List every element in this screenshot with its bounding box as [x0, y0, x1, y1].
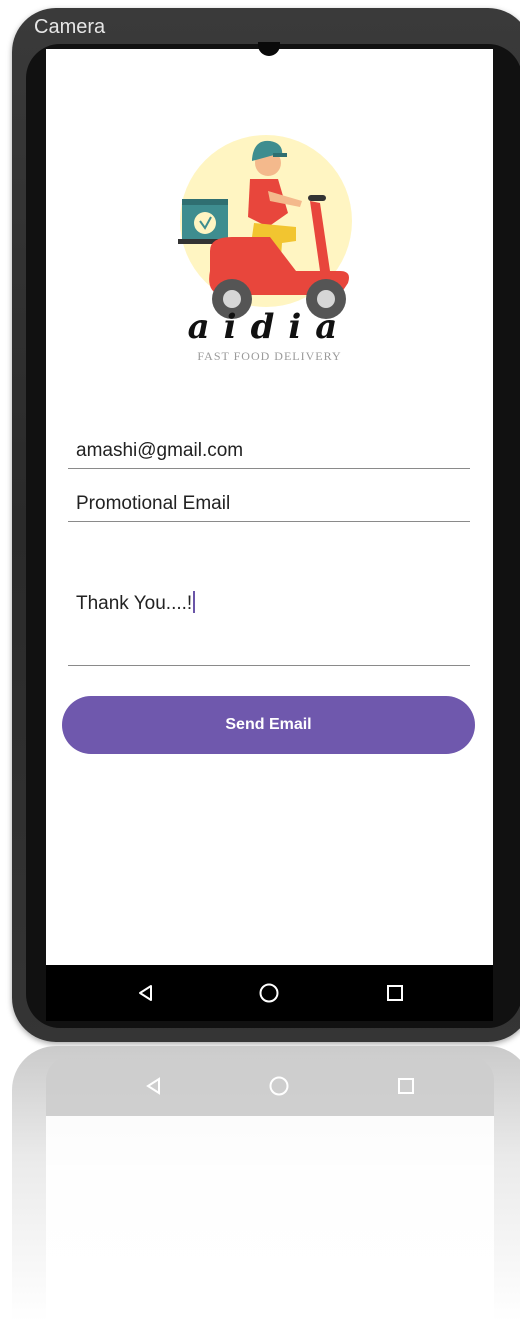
screenshot-stage: Camera aidia FAST FOOD DELIVERY amashi@g… [0, 0, 520, 1322]
android-nav-bar [46, 965, 493, 1021]
reflection-home-icon [269, 1076, 289, 1096]
message-value: Thank You....! [76, 593, 193, 614]
send-email-button[interactable]: Send Email [62, 696, 475, 754]
message-field[interactable]: Thank You....! [68, 579, 470, 666]
back-triangle-icon[interactable] [130, 977, 162, 1009]
reflection-recents-icon [398, 1078, 414, 1094]
camera-label: Camera [34, 16, 106, 38]
email-value: amashi@gmail.com [76, 440, 244, 461]
reflection-back-icon [146, 1077, 160, 1095]
email-field[interactable]: amashi@gmail.com [68, 434, 470, 469]
subject-value: Promotional Email [76, 493, 231, 514]
recents-square-icon[interactable] [379, 977, 411, 1009]
phone-reflection [12, 1046, 520, 1322]
reflection-nav-bar [46, 1058, 494, 1116]
brand-name: aidia [187, 307, 352, 347]
brand-tagline: FAST FOOD DELIVERY [197, 349, 342, 363]
text-cursor [193, 591, 196, 613]
message-text: Thank You....! [76, 591, 196, 615]
subject-field[interactable]: Promotional Email [68, 487, 470, 522]
home-circle-icon[interactable] [253, 977, 285, 1009]
app-screen: aidia FAST FOOD DELIVERY amashi@gmail.co… [46, 49, 493, 965]
reflection-screen [46, 1116, 494, 1322]
